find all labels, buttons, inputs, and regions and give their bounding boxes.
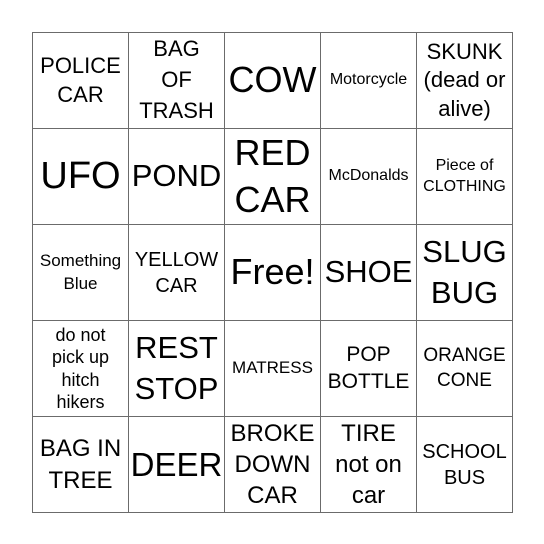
bingo-cell-school-bus[interactable]: SCHOOL BUS	[417, 417, 513, 513]
bingo-cell-rest-stop[interactable]: REST STOP	[129, 321, 225, 417]
bingo-cell-cow[interactable]: COW	[225, 33, 321, 129]
bingo-cell-bag-in-tree[interactable]: BAG IN TREE	[33, 417, 129, 513]
bingo-cell-pond[interactable]: POND	[129, 129, 225, 225]
bingo-cell-skunk[interactable]: SKUNK (dead or alive)	[417, 33, 513, 129]
bingo-cell-ufo[interactable]: UFO	[33, 129, 129, 225]
bingo-cell-shoe[interactable]: SHOE	[321, 225, 417, 321]
bingo-cell-hitch-hikers[interactable]: do not pick up hitch hikers	[33, 321, 129, 417]
bingo-cell-slug-bug[interactable]: SLUG BUG	[417, 225, 513, 321]
bingo-cell-mcdonalds[interactable]: McDonalds	[321, 129, 417, 225]
bingo-cell-orange-cone[interactable]: ORANGE CONE	[417, 321, 513, 417]
bingo-cell-pop-bottle[interactable]: POP BOTTLE	[321, 321, 417, 417]
bingo-cell-piece-of-clothing[interactable]: Piece of CLOTHING	[417, 129, 513, 225]
bingo-cell-tire-not-on-car[interactable]: TIRE not on car	[321, 417, 417, 513]
bingo-cell-free-space[interactable]: Free!	[225, 225, 321, 321]
bingo-card: POLICE CAR BAG OF TRASH COW Motorcycle S…	[32, 32, 513, 513]
bingo-cell-motorcycle[interactable]: Motorcycle	[321, 33, 417, 129]
bingo-cell-something-blue[interactable]: Something Blue	[33, 225, 129, 321]
bingo-cell-matress[interactable]: MATRESS	[225, 321, 321, 417]
bingo-cell-deer[interactable]: DEER	[129, 417, 225, 513]
bingo-cell-yellow-car[interactable]: YELLOW CAR	[129, 225, 225, 321]
bingo-cell-red-car[interactable]: RED CAR	[225, 129, 321, 225]
bingo-cell-police-car[interactable]: POLICE CAR	[33, 33, 129, 129]
bingo-cell-broke-down-car[interactable]: BROKE DOWN CAR	[225, 417, 321, 513]
bingo-cell-bag-of-trash[interactable]: BAG OF TRASH	[129, 33, 225, 129]
